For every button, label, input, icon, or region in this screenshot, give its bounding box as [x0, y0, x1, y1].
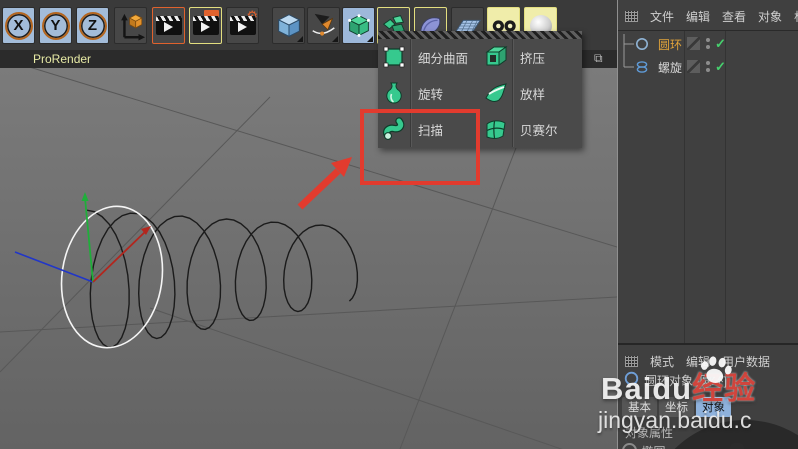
submenu-corner [367, 36, 373, 42]
layer-swatch-icon[interactable] [687, 60, 700, 73]
toggle-icon [729, 443, 744, 449]
render-clapper-icon [192, 16, 219, 35]
menu-drag-handle[interactable] [378, 31, 582, 39]
attribute-object-title: 圆环对象 [圆环] [645, 374, 728, 388]
menu-item-label: 挤压 [520, 51, 546, 66]
circle-object-icon [636, 38, 648, 50]
om-menu-view[interactable]: 查看 [722, 8, 746, 25]
menu-item-bezier[interactable]: 贝赛尔 [480, 111, 582, 147]
visibility-dots[interactable] [706, 61, 710, 72]
object-name[interactable]: 圆环 [654, 36, 682, 53]
lathe-icon [386, 82, 402, 104]
object-row-circle[interactable]: 圆环 ✓ [618, 33, 798, 55]
attribute-manager-menubar: 模式 编辑 用户数据 [618, 347, 798, 375]
section-title: 对象属性 [625, 426, 674, 440]
y-axis-arrow-icon [81, 192, 89, 201]
x-axis-icon: X [4, 11, 33, 40]
menu-item-extrude[interactable]: 挤压 [480, 39, 582, 75]
om-menu-objects[interactable]: 对象 [758, 8, 782, 25]
generators-button[interactable] [342, 7, 375, 44]
render-to-picture-viewer-button[interactable] [189, 7, 222, 44]
z-axis-icon: Z [78, 11, 107, 40]
menu-item-loft[interactable]: 放样 [480, 75, 582, 111]
submenu-corner [332, 36, 338, 42]
x-axis-handle[interactable] [92, 229, 148, 283]
subdivision-surface-icon [383, 46, 405, 68]
enabled-check-icon[interactable]: ✓ [715, 59, 726, 75]
render-settings-clapper-icon [229, 16, 256, 35]
menu-item-lathe[interactable]: 旋转 [378, 75, 480, 111]
loft-icon [485, 83, 507, 102]
coordinate-system-button[interactable] [114, 7, 147, 44]
tab-object[interactable]: 对象 [696, 397, 731, 417]
am-menu-edit[interactable]: 编辑 [686, 353, 710, 370]
render-settings-button[interactable]: ⚙ [226, 7, 259, 44]
annotation-rectangle [360, 109, 480, 185]
renderer-label: ProRender [33, 52, 92, 66]
menu-item-label: 细分曲面 [418, 51, 469, 66]
attribute-tabs: 基本 坐标 对象 [622, 397, 731, 417]
menu-item-label: 贝赛尔 [520, 123, 558, 138]
render-view-button[interactable] [152, 7, 185, 44]
am-menu-userdata[interactable]: 用户数据 [722, 353, 770, 370]
tab-basic[interactable]: 基本 [622, 397, 657, 417]
helix-spline[interactable] [85, 209, 359, 348]
property-row-ellipse[interactable]: 椭圆 [622, 443, 794, 449]
property-label: 椭圆 [641, 445, 665, 449]
om-menu-file[interactable]: 文件 [650, 8, 674, 25]
x-axis-lock-button[interactable]: X [2, 7, 35, 44]
draw-spline-button[interactable] [307, 7, 340, 44]
right-panel: 文件 编辑 查看 对象 标签 圆环 ✓ 螺旋 [618, 0, 798, 449]
axis-scale-icon [120, 13, 145, 41]
cinema4d-window: X Y Z ⚙ [0, 0, 798, 449]
y-axis-lock-button[interactable]: Y [39, 7, 72, 44]
z-axis-handle[interactable] [14, 251, 94, 283]
am-menu-mode[interactable]: 模式 [650, 353, 674, 370]
extrude-icon [485, 46, 508, 66]
axis-gizmo[interactable] [14, 192, 151, 283]
circle-object-icon [624, 371, 639, 386]
menu-item-label: 旋转 [418, 87, 444, 102]
render-view-icon [155, 16, 182, 35]
window-icon[interactable]: ⧉ [594, 50, 603, 68]
om-menu-edit[interactable]: 编辑 [686, 8, 710, 25]
drag-handle-icon[interactable] [625, 355, 638, 367]
menu-item-subdivision-surface[interactable]: 细分曲面 [378, 39, 480, 75]
object-name[interactable]: 螺旋 [654, 59, 682, 76]
tab-coordinates[interactable]: 坐标 [659, 397, 694, 417]
enabled-check-icon[interactable]: ✓ [715, 36, 726, 52]
visibility-dots[interactable] [706, 38, 710, 49]
helix-object-icon [636, 61, 648, 73]
object-manager-menubar: 文件 编辑 查看 对象 标签 [618, 2, 798, 30]
object-row-helix[interactable]: 螺旋 ✓ [618, 56, 798, 78]
layer-swatch-icon[interactable] [687, 37, 700, 50]
y-axis-icon: Y [41, 11, 70, 40]
drag-handle-icon[interactable] [625, 10, 638, 22]
menu-item-label: 放样 [520, 87, 546, 102]
bezier-icon [486, 120, 506, 139]
om-menu-tags[interactable]: 标签 [794, 8, 798, 25]
radio-icon [622, 443, 637, 449]
submenu-corner [297, 36, 303, 42]
z-axis-lock-button[interactable]: Z [76, 7, 109, 44]
add-cube-button[interactable] [272, 7, 305, 44]
